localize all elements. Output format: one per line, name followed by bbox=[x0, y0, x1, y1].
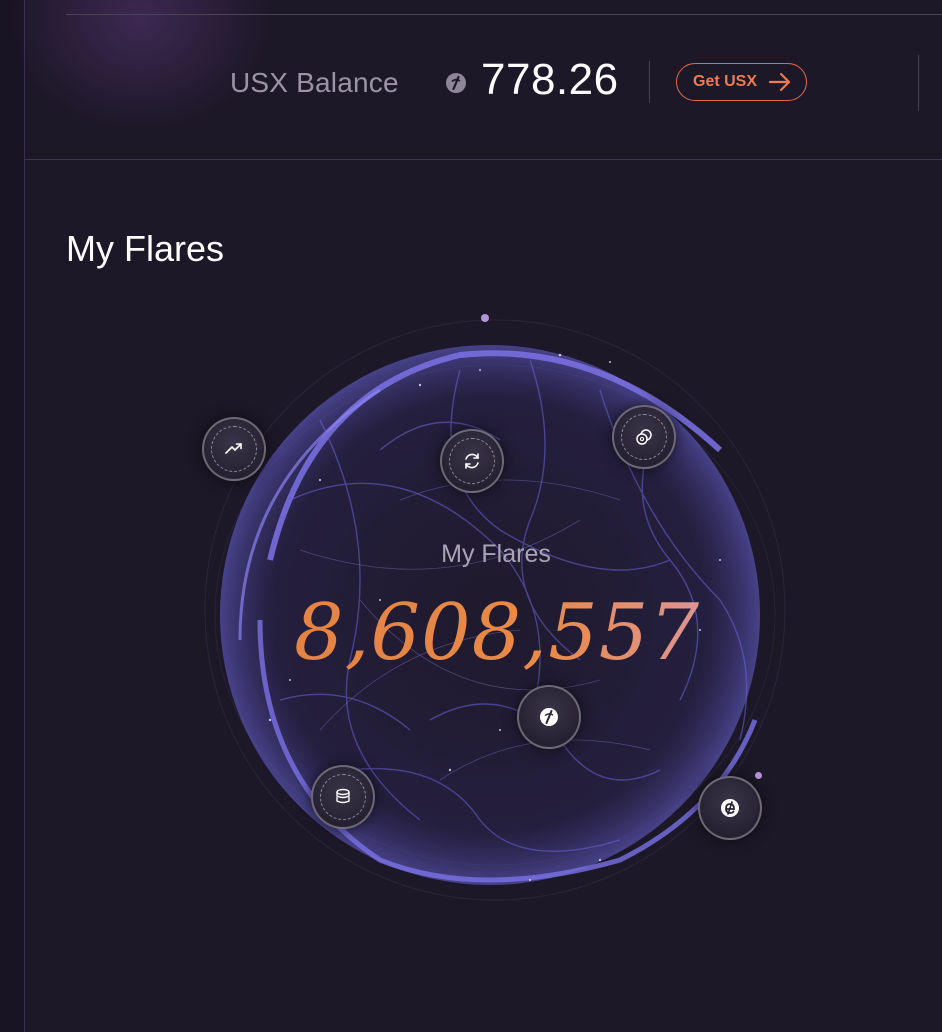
page: USX Balance 778.26 Get USX My Flares My … bbox=[0, 0, 942, 1032]
stack-icon bbox=[336, 788, 350, 804]
divider bbox=[649, 61, 650, 103]
balance-label: USX Balance bbox=[230, 67, 399, 98]
left-rail bbox=[0, 0, 25, 1032]
flares-value: 8,608,557 bbox=[0, 588, 942, 678]
section-title: My Flares bbox=[66, 228, 225, 269]
get-usx-button[interactable]: Get USX bbox=[676, 63, 807, 101]
node-refresh[interactable] bbox=[440, 429, 504, 493]
e-token-icon bbox=[721, 799, 739, 817]
get-usx-label: Get USX bbox=[693, 73, 758, 90]
node-usx[interactable] bbox=[517, 685, 581, 749]
node-trending[interactable] bbox=[202, 417, 266, 481]
arrow-right-icon bbox=[768, 72, 791, 92]
particle bbox=[481, 314, 489, 322]
node-e-token[interactable] bbox=[698, 776, 762, 840]
divider bbox=[918, 55, 919, 111]
trending-up-icon bbox=[225, 443, 242, 454]
coins-icon bbox=[636, 429, 652, 445]
usx-coin-icon bbox=[540, 708, 558, 726]
particle bbox=[755, 772, 762, 779]
balance-value: 778.26 bbox=[481, 55, 619, 104]
node-coins[interactable] bbox=[612, 405, 676, 469]
refresh-icon bbox=[465, 453, 479, 469]
balance-bar: USX Balance 778.26 Get USX bbox=[25, 15, 942, 160]
node-stack[interactable] bbox=[311, 765, 375, 829]
usx-coin-icon bbox=[445, 72, 467, 94]
flares-label: My Flares bbox=[441, 540, 551, 568]
